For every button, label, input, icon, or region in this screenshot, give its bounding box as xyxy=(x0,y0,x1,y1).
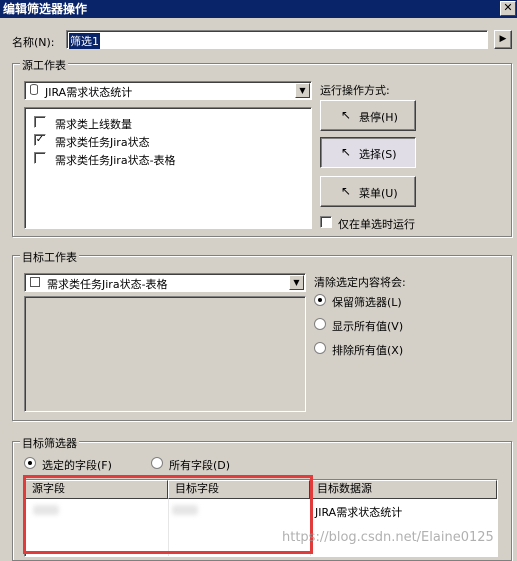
source-combo-value: JIRA需求状态统计 xyxy=(45,86,133,99)
list-item[interactable]: 需求类任务Jira状态-表格 xyxy=(25,149,305,167)
target-sheet-list[interactable] xyxy=(24,296,306,412)
check-icon[interactable]: ✓ xyxy=(34,134,46,146)
selected-fields-label: 选定的字段(F) xyxy=(42,459,112,472)
run-mode-label: 运行操作方式: xyxy=(320,84,390,97)
all-fields-label: 所有字段(D) xyxy=(169,459,231,472)
cursor-icon: ↖ xyxy=(341,108,352,122)
hover-button[interactable]: ↖ 悬停(H) xyxy=(320,100,416,131)
exclude-all-label: 排除所有值(X) xyxy=(332,344,404,357)
keep-filter-label: 保留筛选器(L) xyxy=(332,296,402,309)
single-run-label: 仅在单选时运行 xyxy=(338,218,415,231)
window-titlebar: 编辑筛选器操作 ✕ xyxy=(0,0,517,18)
show-all-radio[interactable] xyxy=(314,318,326,330)
source-sheet-list[interactable]: 需求类上线数量 ✓ 需求类任务Jira状态 需求类任务Jira状态-表格 xyxy=(24,107,312,229)
keep-filter-radio[interactable] xyxy=(314,294,326,306)
menu-button-label: 菜单(U) xyxy=(359,187,398,200)
list-item-label: 需求类任务Jira状态-表格 xyxy=(55,154,176,167)
name-label: 名称(N): xyxy=(12,36,55,49)
list-item[interactable]: ✓ 需求类任务Jira状态 xyxy=(25,131,305,149)
target-source-cell: JIRA需求状态统计 xyxy=(315,506,403,519)
single-run-checkbox[interactable] xyxy=(320,216,332,228)
menu-button[interactable]: ↖ 菜单(U) xyxy=(320,176,416,207)
name-input[interactable]: 筛选1 xyxy=(66,30,488,49)
source-combo[interactable]: JIRA需求状态统计 ▼ xyxy=(24,81,312,100)
show-all-label: 显示所有值(V) xyxy=(332,320,404,333)
exclude-all-radio[interactable] xyxy=(314,342,326,354)
chart-icon xyxy=(30,277,40,287)
target-combo-value: 需求类任务Jira状态-表格 xyxy=(47,278,168,291)
list-item-label: 需求类任务Jira状态 xyxy=(55,136,150,149)
cursor-icon: ↖ xyxy=(341,145,352,159)
select-button[interactable]: ↖ 选择(S) xyxy=(320,137,416,168)
name-input-value: 筛选1 xyxy=(69,33,100,49)
target-combo[interactable]: 需求类任务Jira状态-表格 ▼ xyxy=(24,273,306,292)
watermark: https://blog.csdn.net/Elaine0125 xyxy=(282,530,494,545)
clear-label: 清除选定内容将会: xyxy=(314,276,406,289)
arrow-right-icon[interactable]: ▶ xyxy=(494,30,512,49)
target-group-title: 目标工作表 xyxy=(20,249,79,265)
checkbox[interactable] xyxy=(34,152,46,164)
window-title: 编辑筛选器操作 xyxy=(3,2,88,16)
checkbox[interactable] xyxy=(34,116,46,128)
chevron-down-icon[interactable]: ▼ xyxy=(289,275,304,290)
list-item[interactable]: 需求类上线数量 xyxy=(25,113,305,131)
hover-button-label: 悬停(H) xyxy=(359,111,398,124)
list-item-label: 需求类上线数量 xyxy=(55,118,132,131)
close-icon[interactable]: ✕ xyxy=(500,1,516,16)
filter-group-title: 目标筛选器 xyxy=(20,435,79,451)
selected-fields-radio[interactable] xyxy=(24,457,36,469)
chevron-down-icon[interactable]: ▼ xyxy=(295,83,310,98)
all-fields-radio[interactable] xyxy=(151,457,163,469)
database-icon xyxy=(30,84,38,95)
cursor-icon: ↖ xyxy=(341,184,352,198)
annotation-box xyxy=(23,475,313,554)
column-header-target-source[interactable]: 目标数据源 xyxy=(310,480,497,499)
select-button-label: 选择(S) xyxy=(359,148,397,161)
source-group-title: 源工作表 xyxy=(20,57,68,73)
